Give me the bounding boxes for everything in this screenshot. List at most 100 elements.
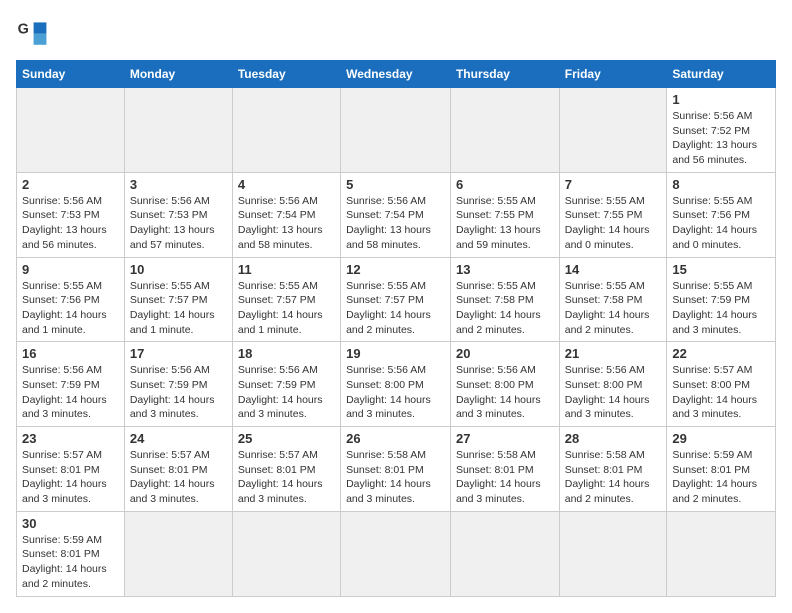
- calendar-week-row: 1Sunrise: 5:56 AM Sunset: 7:52 PM Daylig…: [17, 88, 776, 173]
- calendar-cell: 29 Sunrise: 5:59 AM Sunset: 8:01 PM Dayli…: [667, 427, 776, 512]
- day-info: Sunrise: 5:56 AM Sunset: 8:00 PM Dayligh…: [456, 363, 554, 422]
- calendar-cell: 8 Sunrise: 5:55 AM Sunset: 7:56 PM Daylig…: [667, 172, 776, 257]
- day-info: Sunrise: 5:55 AM Sunset: 7:59 PM Dayligh…: [672, 279, 770, 338]
- day-info: Sunrise: 5:55 AM Sunset: 7:56 PM Dayligh…: [22, 279, 119, 338]
- day-info: Sunrise: 5:56 AM Sunset: 7:54 PM Dayligh…: [346, 194, 445, 253]
- day-info: Sunrise: 5:59 AM Sunset: 8:01 PM Dayligh…: [672, 448, 770, 507]
- day-number: 17: [130, 346, 227, 361]
- calendar-cell: 3Sunrise: 5:56 AM Sunset: 7:53 PM Daylig…: [124, 172, 232, 257]
- calendar-cell: [450, 88, 559, 173]
- day-number: 5: [346, 177, 445, 192]
- day-number: 2: [22, 177, 119, 192]
- calendar-week-row: 16 Sunrise: 5:56 AM Sunset: 7:59 PM Dayli…: [17, 342, 776, 427]
- day-number: 4: [238, 177, 335, 192]
- day-number: 26: [346, 431, 445, 446]
- calendar-cell: [341, 88, 451, 173]
- svg-text:G: G: [18, 22, 29, 38]
- calendar-cell: 19 Sunrise: 5:56 AM Sunset: 8:00 PM Dayli…: [341, 342, 451, 427]
- day-info: Sunrise: 5:57 AM Sunset: 8:00 PM Dayligh…: [672, 363, 770, 422]
- calendar-cell: 7 Sunrise: 5:55 AM Sunset: 7:55 PM Daylig…: [559, 172, 667, 257]
- day-number: 27: [456, 431, 554, 446]
- calendar-week-row: 9Sunrise: 5:55 AM Sunset: 7:56 PM Daylig…: [17, 257, 776, 342]
- day-number: 6: [456, 177, 554, 192]
- calendar-cell: 4 Sunrise: 5:56 AM Sunset: 7:54 PM Daylig…: [232, 172, 340, 257]
- day-info: Sunrise: 5:55 AM Sunset: 7:57 PM Dayligh…: [346, 279, 445, 338]
- day-number: 3: [130, 177, 227, 192]
- day-number: 19: [346, 346, 445, 361]
- day-info: Sunrise: 5:57 AM Sunset: 8:01 PM Dayligh…: [238, 448, 335, 507]
- day-info: Sunrise: 5:57 AM Sunset: 8:01 PM Dayligh…: [22, 448, 119, 507]
- calendar-cell: 30Sunrise: 5:59 AM Sunset: 8:01 PM Dayli…: [17, 511, 125, 596]
- day-number: 28: [565, 431, 662, 446]
- day-info: Sunrise: 5:57 AM Sunset: 8:01 PM Dayligh…: [130, 448, 227, 507]
- calendar-cell: [559, 88, 667, 173]
- calendar-cell: 16Sunrise: 5:56 AM Sunset: 7:59 PM Dayli…: [17, 342, 125, 427]
- calendar-cell: 25 Sunrise: 5:57 AM Sunset: 8:01 PM Dayli…: [232, 427, 340, 512]
- day-number: 7: [565, 177, 662, 192]
- calendar-cell: [667, 511, 776, 596]
- calendar-cell: [341, 511, 451, 596]
- day-info: Sunrise: 5:56 AM Sunset: 8:00 PM Dayligh…: [346, 363, 445, 422]
- calendar-day-header: Monday: [124, 61, 232, 88]
- day-info: Sunrise: 5:56 AM Sunset: 7:54 PM Dayligh…: [238, 194, 335, 253]
- day-info: Sunrise: 5:56 AM Sunset: 7:52 PM Dayligh…: [672, 109, 770, 168]
- calendar-cell: [17, 88, 125, 173]
- day-number: 23: [22, 431, 119, 446]
- calendar-cell: [559, 511, 667, 596]
- calendar-day-header: Wednesday: [341, 61, 451, 88]
- day-info: Sunrise: 5:56 AM Sunset: 7:53 PM Dayligh…: [22, 194, 119, 253]
- day-info: Sunrise: 5:55 AM Sunset: 7:57 PM Dayligh…: [238, 279, 335, 338]
- calendar-cell: 18 Sunrise: 5:56 AM Sunset: 7:59 PM Dayli…: [232, 342, 340, 427]
- calendar-cell: 11Sunrise: 5:55 AM Sunset: 7:57 PM Dayli…: [232, 257, 340, 342]
- calendar-cell: 2 Sunrise: 5:56 AM Sunset: 7:53 PM Daylig…: [17, 172, 125, 257]
- day-number: 22: [672, 346, 770, 361]
- day-number: 13: [456, 262, 554, 277]
- calendar-cell: [124, 88, 232, 173]
- day-info: Sunrise: 5:55 AM Sunset: 7:55 PM Dayligh…: [565, 194, 662, 253]
- calendar-cell: 6 Sunrise: 5:55 AM Sunset: 7:55 PM Daylig…: [450, 172, 559, 257]
- calendar-cell: 12Sunrise: 5:55 AM Sunset: 7:57 PM Dayli…: [341, 257, 451, 342]
- calendar-cell: [232, 88, 340, 173]
- calendar-cell: 26 Sunrise: 5:58 AM Sunset: 8:01 PM Dayli…: [341, 427, 451, 512]
- day-info: Sunrise: 5:56 AM Sunset: 7:59 PM Dayligh…: [238, 363, 335, 422]
- calendar-cell: 15 Sunrise: 5:55 AM Sunset: 7:59 PM Dayli…: [667, 257, 776, 342]
- logo-icon: G: [16, 16, 48, 48]
- day-number: 14: [565, 262, 662, 277]
- day-number: 29: [672, 431, 770, 446]
- calendar-cell: 28 Sunrise: 5:58 AM Sunset: 8:01 PM Dayli…: [559, 427, 667, 512]
- day-info: Sunrise: 5:56 AM Sunset: 7:59 PM Dayligh…: [130, 363, 227, 422]
- calendar-cell: 23 Sunrise: 5:57 AM Sunset: 8:01 PM Dayli…: [17, 427, 125, 512]
- day-info: Sunrise: 5:58 AM Sunset: 8:01 PM Dayligh…: [346, 448, 445, 507]
- calendar-cell: 13 Sunrise: 5:55 AM Sunset: 7:58 PM Dayli…: [450, 257, 559, 342]
- calendar-week-row: 2 Sunrise: 5:56 AM Sunset: 7:53 PM Daylig…: [17, 172, 776, 257]
- day-info: Sunrise: 5:55 AM Sunset: 7:58 PM Dayligh…: [565, 279, 662, 338]
- logo: G: [16, 16, 54, 48]
- calendar-header-row: SundayMondayTuesdayWednesdayThursdayFrid…: [17, 61, 776, 88]
- day-info: Sunrise: 5:55 AM Sunset: 7:58 PM Dayligh…: [456, 279, 554, 338]
- day-info: Sunrise: 5:58 AM Sunset: 8:01 PM Dayligh…: [565, 448, 662, 507]
- calendar-cell: 21 Sunrise: 5:56 AM Sunset: 8:00 PM Dayli…: [559, 342, 667, 427]
- calendar-cell: [232, 511, 340, 596]
- day-number: 21: [565, 346, 662, 361]
- calendar-cell: [124, 511, 232, 596]
- day-info: Sunrise: 5:55 AM Sunset: 7:57 PM Dayligh…: [130, 279, 227, 338]
- day-number: 30: [22, 516, 119, 531]
- day-number: 24: [130, 431, 227, 446]
- day-info: Sunrise: 5:55 AM Sunset: 7:55 PM Dayligh…: [456, 194, 554, 253]
- calendar-cell: 20Sunrise: 5:56 AM Sunset: 8:00 PM Dayli…: [450, 342, 559, 427]
- day-number: 18: [238, 346, 335, 361]
- day-number: 15: [672, 262, 770, 277]
- day-number: 25: [238, 431, 335, 446]
- calendar-day-header: Friday: [559, 61, 667, 88]
- calendar-cell: [450, 511, 559, 596]
- calendar-day-header: Tuesday: [232, 61, 340, 88]
- day-number: 16: [22, 346, 119, 361]
- day-info: Sunrise: 5:55 AM Sunset: 7:56 PM Dayligh…: [672, 194, 770, 253]
- calendar-week-row: 23 Sunrise: 5:57 AM Sunset: 8:01 PM Dayli…: [17, 427, 776, 512]
- day-number: 8: [672, 177, 770, 192]
- day-info: Sunrise: 5:56 AM Sunset: 8:00 PM Dayligh…: [565, 363, 662, 422]
- day-info: Sunrise: 5:58 AM Sunset: 8:01 PM Dayligh…: [456, 448, 554, 507]
- calendar-cell: 1Sunrise: 5:56 AM Sunset: 7:52 PM Daylig…: [667, 88, 776, 173]
- calendar-cell: 10Sunrise: 5:55 AM Sunset: 7:57 PM Dayli…: [124, 257, 232, 342]
- calendar-cell: 24 Sunrise: 5:57 AM Sunset: 8:01 PM Dayli…: [124, 427, 232, 512]
